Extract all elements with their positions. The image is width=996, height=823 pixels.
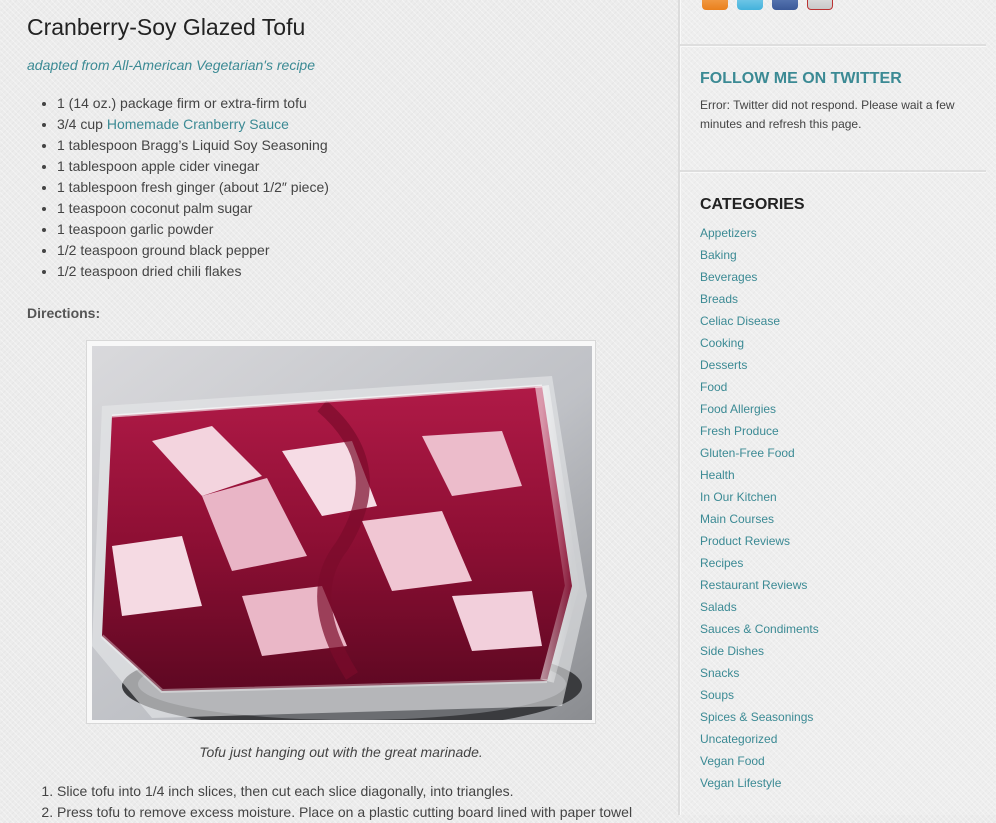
category-link[interactable]: Appetizers <box>700 222 819 244</box>
twitter-icon[interactable] <box>737 0 763 10</box>
categories-list: Appetizers Baking Beverages Breads Celia… <box>700 222 819 794</box>
ingredient-item: 1/2 teaspoon ground black pepper <box>57 240 329 261</box>
category-link[interactable]: Celiac Disease <box>700 310 819 332</box>
category-link[interactable]: Main Courses <box>700 508 819 530</box>
sidebar-divider <box>680 170 986 172</box>
category-link[interactable]: Food <box>700 376 819 398</box>
category-link[interactable]: Product Reviews <box>700 530 819 552</box>
main-content: Cranberry-Soy Glazed Tofu adapted from A… <box>0 0 678 820</box>
ingredient-item: 1/2 teaspoon dried chili flakes <box>57 261 329 282</box>
category-link[interactable]: Vegan Lifestyle <box>700 772 819 794</box>
rss-icon[interactable] <box>702 0 728 10</box>
ingredient-item: 1 teaspoon garlic powder <box>57 219 329 240</box>
glazed-tofu-photo[interactable] <box>92 346 592 720</box>
category-link[interactable]: Fresh Produce <box>700 420 819 442</box>
social-icons <box>702 0 833 10</box>
photo-caption: Tofu just hanging out with the great mar… <box>199 744 483 760</box>
category-link[interactable]: Beverages <box>700 266 819 288</box>
category-link[interactable]: Snacks <box>700 662 819 684</box>
category-link[interactable]: Health <box>700 464 819 486</box>
youtube-icon[interactable] <box>807 0 833 10</box>
category-link[interactable]: Salads <box>700 596 819 618</box>
ingredient-text: 3/4 cup <box>57 116 107 132</box>
category-link[interactable]: Gluten-Free Food <box>700 442 819 464</box>
category-link[interactable]: Recipes <box>700 552 819 574</box>
ingredient-item: 1 tablespoon fresh ginger (about 1/2″ pi… <box>57 177 329 198</box>
category-link[interactable]: Sauces & Condiments <box>700 618 819 640</box>
recipe-photo-frame <box>86 340 596 724</box>
ingredient-item: 1 tablespoon Bragg’s Liquid Soy Seasonin… <box>57 135 329 156</box>
category-link[interactable]: Uncategorized <box>700 728 819 750</box>
category-link[interactable]: Food Allergies <box>700 398 819 420</box>
category-link[interactable]: Side Dishes <box>700 640 819 662</box>
post-title[interactable]: Cranberry-Soy Glazed Tofu <box>27 14 305 41</box>
cranberry-sauce-link[interactable]: Homemade Cranberry Sauce <box>107 116 289 132</box>
twitter-widget-title[interactable]: FOLLOW ME ON TWITTER <box>700 70 902 88</box>
ingredient-item: 1 (14 oz.) package firm or extra-firm to… <box>57 93 329 114</box>
ingredient-item: 3/4 cup Homemade Cranberry Sauce <box>57 114 329 135</box>
category-link[interactable]: Desserts <box>700 354 819 376</box>
ingredient-item: 1 tablespoon apple cider vinegar <box>57 156 329 177</box>
category-link[interactable]: Restaurant Reviews <box>700 574 819 596</box>
category-link[interactable]: Vegan Food <box>700 750 819 772</box>
categories-title: CATEGORIES <box>700 196 805 213</box>
direction-step: Press tofu to remove excess moisture. Pl… <box>57 802 697 823</box>
directions-list: Slice tofu into 1/4 inch slices, then cu… <box>30 781 697 823</box>
ingredients-list: 1 (14 oz.) package firm or extra-firm to… <box>30 93 329 282</box>
category-link[interactable]: Cooking <box>700 332 819 354</box>
category-link[interactable]: Soups <box>700 684 819 706</box>
category-link[interactable]: Baking <box>700 244 819 266</box>
sidebar-divider <box>680 44 986 46</box>
facebook-icon[interactable] <box>772 0 798 10</box>
category-link[interactable]: Breads <box>700 288 819 310</box>
category-link[interactable]: In Our Kitchen <box>700 486 819 508</box>
category-link[interactable]: Spices & Seasonings <box>700 706 819 728</box>
adapted-from-link[interactable]: adapted from All-American Vegetarian's r… <box>27 57 315 73</box>
directions-heading: Directions: <box>27 305 101 321</box>
ingredient-item: 1 teaspoon coconut palm sugar <box>57 198 329 219</box>
twitter-error-message: Error: Twitter did not respond. Please w… <box>700 98 955 131</box>
direction-step: Slice tofu into 1/4 inch slices, then cu… <box>57 781 697 802</box>
